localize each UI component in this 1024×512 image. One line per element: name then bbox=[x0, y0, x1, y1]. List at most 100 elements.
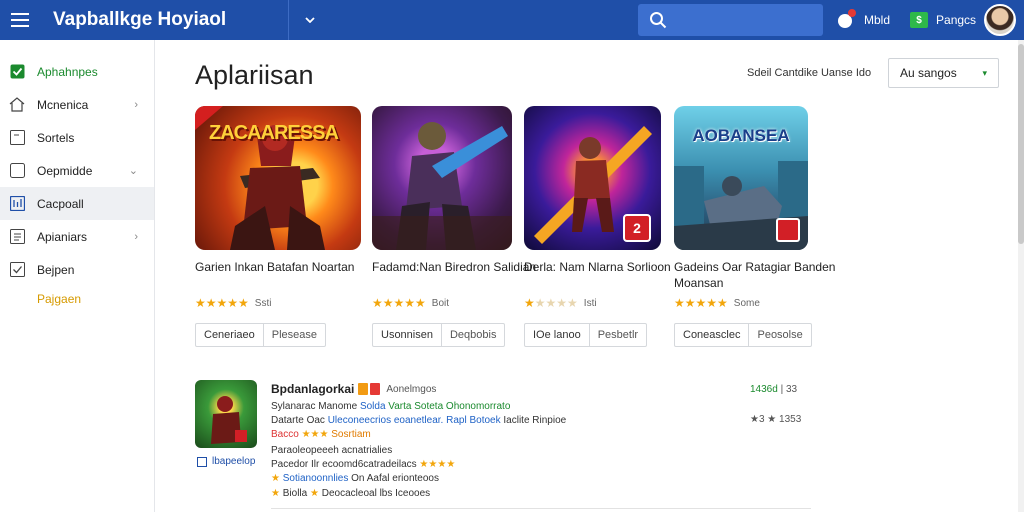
rating-stars: ★★★★★ Boit bbox=[372, 296, 449, 310]
list-item-thumbnail[interactable] bbox=[195, 380, 257, 448]
text-segment: Bacco bbox=[271, 429, 299, 440]
app-art-title: ZACAARESSA bbox=[209, 122, 339, 144]
app-card[interactable]: 2 Derla: Nam Nlarna Sorlioon ★ ★★★★ Isti … bbox=[524, 106, 694, 347]
stat-secondary: | 33 bbox=[780, 384, 798, 395]
store-small-icon bbox=[197, 456, 207, 467]
list-item-line: Paraoleopeeeh acnatrialies bbox=[271, 445, 393, 456]
sidebar-item-label: Bejpen bbox=[37, 262, 75, 277]
star-icon: ★★★★★ bbox=[372, 296, 426, 310]
sidebar-item-cacpoall[interactable]: Cacpoall bbox=[0, 187, 154, 220]
rating-stars: ★★★★★ Ssti bbox=[195, 296, 271, 310]
rating-count: Boit bbox=[431, 297, 450, 309]
sidebar-item-apps[interactable]: Aphahnpes bbox=[0, 55, 154, 88]
checkbox-icon bbox=[9, 262, 25, 278]
app-card[interactable]: Fadamd:Nan Biredron Salidian ★★★★★ Boit … bbox=[372, 106, 542, 347]
rating-count: Ssti bbox=[254, 297, 272, 309]
app-badge-icon bbox=[776, 218, 800, 242]
list-item-line: Bacco ★★★ Sosrtiam bbox=[271, 429, 371, 440]
home-icon bbox=[9, 97, 25, 113]
sidebar-item-label: Cacpoall bbox=[37, 196, 84, 211]
sidebar-subitem[interactable]: Pajgaen bbox=[0, 286, 154, 312]
sidebar-item-sortels[interactable]: Sortels bbox=[0, 121, 154, 154]
rating-stars: ★ ★★★★ Isti bbox=[524, 296, 597, 310]
hamburger-icon bbox=[11, 13, 29, 27]
search-icon[interactable] bbox=[638, 4, 678, 36]
stat-value: 1436d bbox=[750, 384, 778, 395]
game-art-icon bbox=[372, 122, 512, 250]
app-title: Vapballkge Hoyiaol bbox=[53, 9, 227, 30]
card-primary-button[interactable]: IOe lanoo bbox=[525, 324, 589, 346]
sidebar-item-apianiars[interactable]: Apianiars › bbox=[0, 220, 154, 253]
scrollbar-thumb[interactable] bbox=[1018, 44, 1024, 244]
app-card[interactable]: AOBANSEA Gadeins Oar Ratagiar Banden Moa… bbox=[674, 106, 844, 347]
list-item-stat: 1436d | 33 bbox=[750, 384, 797, 395]
menu-button[interactable] bbox=[0, 0, 40, 40]
grid-icon bbox=[9, 196, 25, 212]
app-thumbnail[interactable]: 2 bbox=[524, 106, 661, 250]
text-link[interactable]: Solda bbox=[360, 401, 386, 412]
card-secondary-button[interactable]: Deqbobis bbox=[440, 324, 504, 346]
text-link[interactable]: Sotianoonnlies bbox=[283, 473, 349, 484]
list-item[interactable]: lbapeelop Bpdanlagorkai Aonelmgos Sylana… bbox=[195, 378, 815, 512]
card-primary-button[interactable]: Coneasclec bbox=[675, 324, 748, 346]
list-icon bbox=[9, 229, 25, 245]
list-item-meta: lbapeelop bbox=[197, 456, 255, 467]
rating-count: Some bbox=[733, 297, 760, 309]
app-thumbnail[interactable]: ZACAARESSA bbox=[195, 106, 361, 250]
star-icon: ★★★★ bbox=[419, 459, 456, 470]
card-secondary-button[interactable]: Plesease bbox=[262, 324, 325, 346]
app-thumbnail[interactable] bbox=[372, 106, 512, 250]
red-badge-icon bbox=[370, 383, 381, 395]
app-thumbnail[interactable]: AOBANSEA bbox=[674, 106, 808, 250]
card-primary-button[interactable]: Ceneriaeo bbox=[196, 324, 263, 346]
chat-icon bbox=[9, 163, 25, 179]
search-input[interactable] bbox=[678, 12, 818, 28]
sidebar-item-label: Aphahnpes bbox=[37, 64, 98, 79]
list-item-line: ★ Biolla ★ Deocacleoal lbs Iceooes bbox=[271, 488, 430, 499]
text-segment: Sylanarac Manome bbox=[271, 401, 358, 412]
sort-value: Au sangos bbox=[900, 66, 957, 80]
rating-stars: ★★★★★ Some bbox=[674, 296, 760, 310]
sidebar-item-bejpen[interactable]: Bejpen bbox=[0, 253, 154, 286]
text-segment: Pacedor Ilr ecoomd6catradeilacs bbox=[271, 459, 417, 470]
card-secondary-button[interactable]: Peosolse bbox=[748, 324, 810, 346]
list-item-developer: Aonelmgos bbox=[386, 383, 437, 395]
game-art-icon bbox=[211, 396, 247, 444]
star-icon: ★ bbox=[271, 473, 280, 484]
sidebar-item-label: Mcnenica bbox=[37, 97, 89, 112]
sidebar-item-oepmidde[interactable]: Oepmidde ⌄ bbox=[0, 154, 154, 187]
app-switcher-dropdown[interactable] bbox=[289, 0, 331, 40]
list-item-line: Pacedor Ilr ecoomd6catradeilacs ★★★★ bbox=[271, 459, 455, 470]
text-segment: Datarte Oac bbox=[271, 415, 325, 426]
store-icon: $ bbox=[910, 12, 929, 28]
text-segment: Deocacleoal lbs Iceooes bbox=[321, 488, 431, 499]
star-icon: ★ bbox=[271, 488, 280, 499]
list-item-rating: ★3 ★ 1353 bbox=[750, 414, 802, 425]
search-box[interactable] bbox=[638, 4, 823, 36]
scrollbar[interactable] bbox=[1018, 40, 1024, 512]
store-button[interactable]: $ Pangcs bbox=[910, 12, 976, 28]
card-primary-button[interactable]: Usonnisen bbox=[373, 324, 441, 346]
notifications-label: Mbld bbox=[864, 13, 891, 27]
star-icon: ★★★ bbox=[301, 429, 329, 440]
text-link[interactable]: Rapl Botoek bbox=[446, 415, 500, 426]
sidebar: Aphahnpes Mcnenica › Sortels Oepmidde ⌄ … bbox=[0, 40, 155, 512]
chevron-down-icon: ⌄ bbox=[128, 165, 138, 177]
star-icon: ★★★★★ bbox=[674, 296, 728, 310]
card-actions: IOe lanoo Pesbetlr bbox=[524, 323, 648, 347]
orange-badge-icon bbox=[358, 383, 369, 395]
sidebar-item-home[interactable]: Mcnenica › bbox=[0, 88, 154, 121]
text-link[interactable]: Uleconeecrios eoanetlear. bbox=[328, 415, 444, 426]
notification-dot bbox=[848, 9, 856, 17]
avatar[interactable] bbox=[984, 4, 1016, 36]
top-app-bar: Vapballkge Hoyiaol Mbld $ Pangcs bbox=[0, 0, 1024, 40]
card-secondary-button[interactable]: Pesbetlr bbox=[588, 324, 646, 346]
app-card[interactable]: ZACAARESSA Garien Inkan Batafan Noartan … bbox=[195, 106, 365, 347]
card-actions: Ceneriaeo Plesease bbox=[195, 323, 327, 347]
chevron-right-icon: › bbox=[134, 98, 138, 111]
app-art-title: AOBANSEA bbox=[692, 126, 790, 145]
list-item-line: Datarte Oac Uleconeecrios eoanetlear. Ra… bbox=[271, 415, 566, 426]
list-item-title: Bpdanlagorkai Aonelmgos bbox=[271, 382, 436, 396]
notifications-button[interactable]: Mbld bbox=[836, 9, 891, 29]
sort-dropdown[interactable]: Au sangos ▾ bbox=[888, 58, 999, 88]
